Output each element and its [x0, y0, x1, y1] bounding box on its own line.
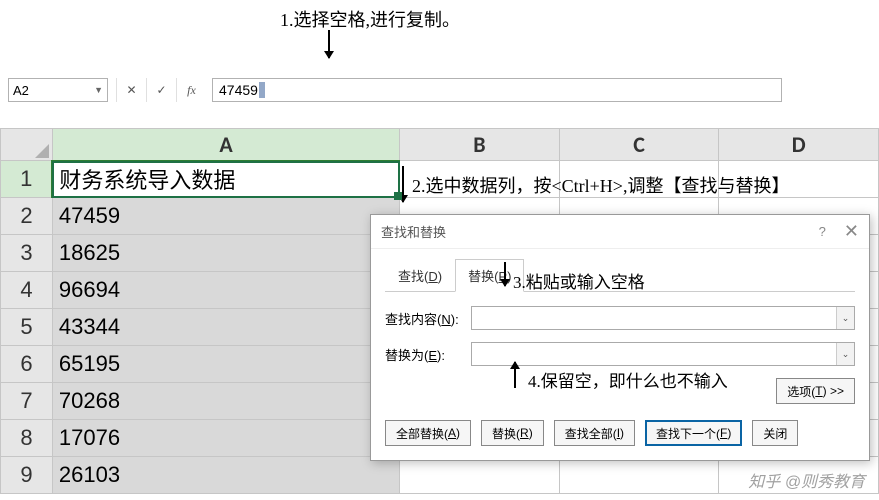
row-header[interactable]: 2 [1, 198, 53, 235]
row-header[interactable]: 6 [1, 346, 53, 383]
annotation-3: 3.粘贴或输入空格 [513, 268, 645, 293]
cell[interactable]: 26103 [52, 457, 399, 494]
confirm-button[interactable]: ✓ [146, 78, 176, 102]
watermark: 知乎 @则秀教育 [748, 468, 865, 492]
cell[interactable] [559, 457, 719, 494]
replace-label: 替换为(E): [385, 345, 471, 364]
fx-button[interactable]: fx [176, 78, 206, 102]
cell-a1[interactable]: 财务系统导入数据 [52, 161, 399, 198]
dropdown-icon[interactable]: ⌄ [836, 343, 854, 365]
name-box[interactable]: A2 ▼ [8, 78, 108, 102]
col-header-b[interactable]: B [400, 129, 560, 161]
row-header[interactable]: 8 [1, 420, 53, 457]
annotation-2: 2.选中数据列，按<Ctrl+H>,调整【查找与替换】 [412, 172, 789, 198]
arrow-icon [514, 362, 516, 388]
row-header[interactable]: 7 [1, 383, 53, 420]
cell[interactable]: 47459 [52, 198, 399, 235]
row-header[interactable]: 4 [1, 272, 53, 309]
cell[interactable] [400, 457, 560, 494]
replace-button[interactable]: 替换(R) [481, 420, 544, 446]
cell[interactable]: 65195 [52, 346, 399, 383]
find-all-button[interactable]: 查找全部(I) [554, 420, 635, 446]
help-icon[interactable]: ? [819, 224, 826, 239]
select-all-corner[interactable] [1, 129, 53, 161]
dialog-titlebar[interactable]: 查找和替换 ? ✕ [371, 215, 869, 249]
row-header[interactable]: 1 [1, 161, 53, 198]
col-header-d[interactable]: D [719, 129, 879, 161]
row-header[interactable]: 3 [1, 235, 53, 272]
col-header-c[interactable]: C [559, 129, 719, 161]
find-next-button[interactable]: 查找下一个(F) [645, 420, 742, 446]
replace-input[interactable]: ⌄ [471, 342, 855, 366]
find-replace-dialog: 查找和替换 ? ✕ 查找(D) 替换(P) 查找内容(N): ⌄ 替换为(E):… [370, 214, 870, 461]
formula-value: 47459 [219, 82, 258, 98]
close-button[interactable]: 关闭 [752, 420, 798, 446]
cancel-button[interactable]: ✕ [116, 78, 146, 102]
formula-bar-row: A2 ▼ ✕ ✓ fx 47459 [8, 76, 871, 104]
cell[interactable]: 17076 [52, 420, 399, 457]
arrow-icon [402, 166, 404, 202]
row-header[interactable]: 5 [1, 309, 53, 346]
annotation-1: 1.选择空格,进行复制。 [280, 6, 460, 32]
col-header-a[interactable]: A [52, 129, 399, 161]
close-icon[interactable]: ✕ [844, 221, 859, 242]
annotation-4: 4.保留空，即什么也不输入 [528, 367, 728, 392]
cell[interactable]: 18625 [52, 235, 399, 272]
cell[interactable]: 43344 [52, 309, 399, 346]
cell[interactable]: 70268 [52, 383, 399, 420]
dropdown-icon[interactable]: ▼ [94, 85, 103, 95]
find-input[interactable]: ⌄ [471, 306, 855, 330]
cell[interactable]: 96694 [52, 272, 399, 309]
name-box-value: A2 [13, 83, 29, 98]
dialog-title: 查找和替换 [381, 222, 446, 241]
formula-input[interactable]: 47459 [212, 78, 782, 102]
arrow-icon [328, 30, 330, 58]
options-button[interactable]: 选项(T) >> [776, 378, 855, 404]
row-header[interactable]: 9 [1, 457, 53, 494]
replace-all-button[interactable]: 全部替换(A) [385, 420, 471, 446]
selection-icon [259, 82, 265, 98]
arrow-icon [504, 262, 506, 286]
dropdown-icon[interactable]: ⌄ [836, 307, 854, 329]
tab-find[interactable]: 查找(D) [385, 259, 455, 291]
find-label: 查找内容(N): [385, 309, 471, 328]
